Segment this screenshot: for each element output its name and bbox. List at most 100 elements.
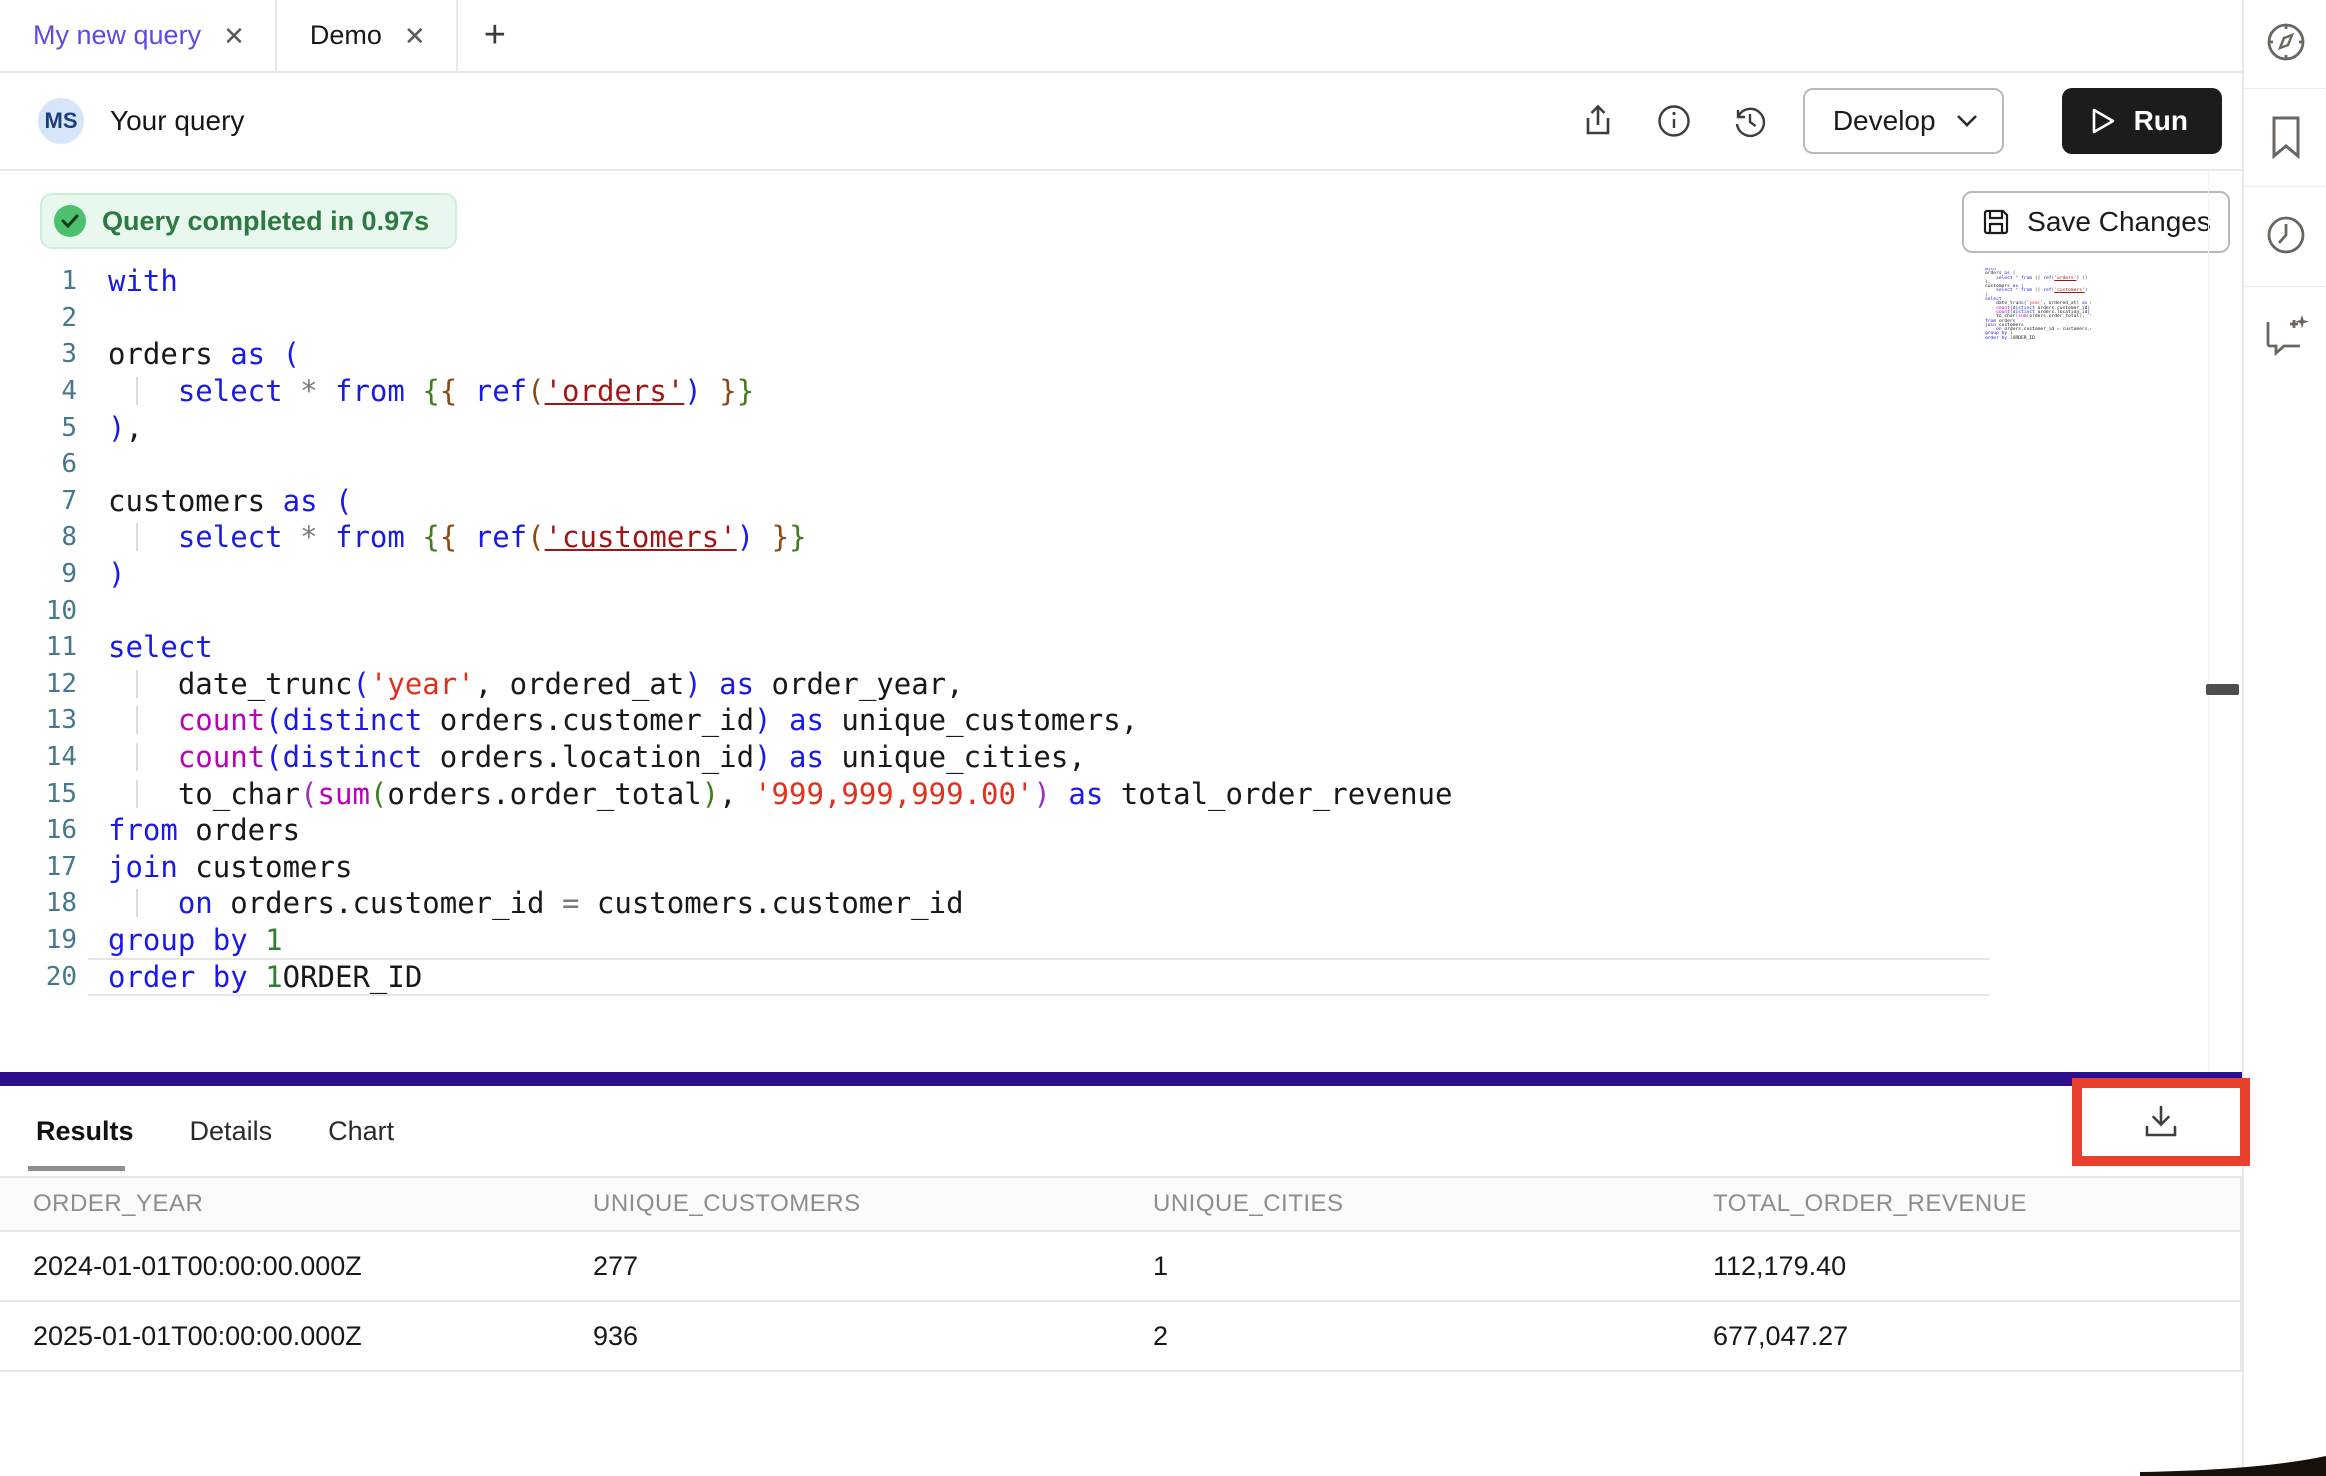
code-token: orders.customer_id [213,886,562,920]
code-token: from [335,374,405,408]
line-content: orders as ( [108,337,300,371]
code-token: from [335,520,405,554]
code-line: 12 date_trunc('year', ordered_at) as ord… [0,666,2000,703]
minimap-token: '999,999,999.00' [2087,314,2091,319]
table-row[interactable]: 2024-01-01T00:00:00.000Z2771112,179.40 [0,1232,2240,1302]
compass-icon[interactable] [2244,12,2326,72]
minimap-token: order by [1985,336,2007,341]
line-number: 4 [0,376,77,406]
chat-sparkle-icon[interactable] [2244,305,2326,365]
code-token [108,886,178,920]
share-icon[interactable] [1575,98,1621,144]
column-header: ORDER_YEAR [0,1190,560,1218]
code-token: ( [527,374,544,408]
line-content: group by 1 [108,923,283,957]
code-token: { [422,520,439,554]
code-token [248,923,265,957]
code-token: order by [108,960,248,994]
tab-label: Demo [310,20,382,51]
minimap-token: from [2021,276,2032,281]
table-row[interactable]: 2025-01-01T00:00:00.000Z9362677,047.27 [0,1302,2240,1372]
query-ide-window: My new query✕Demo✕+ MS Your query [0,0,2326,1476]
code-line: 9) [0,556,2000,593]
sidebar-divider [2244,286,2326,287]
code-token: * [300,520,317,554]
code-token [318,484,335,518]
code-token: ) [754,740,771,774]
code-token: , ordered_at [475,667,685,701]
tab-chart[interactable]: Chart [328,1102,394,1161]
code-token: , [719,777,754,811]
close-icon[interactable]: ✕ [223,23,245,49]
tab-details[interactable]: Details [190,1102,273,1161]
new-tab-button[interactable]: + [458,0,532,71]
tab-results[interactable]: Results [36,1102,134,1161]
clock-icon[interactable] [2244,205,2326,265]
code-token: date_trunc [178,667,353,701]
code-token: as [283,484,318,518]
line-content: date_trunc('year', ordered_at) as order_… [108,667,964,701]
sidebar-divider [2244,186,2326,187]
column-header: UNIQUE_CUSTOMERS [560,1190,1120,1218]
line-number: 19 [0,925,77,955]
code-token: ) [108,557,125,591]
minimap[interactable]: withorders as ( select * from {{ ref('or… [1985,268,2091,368]
code-lines[interactable]: 1with23orders as (4 select * from {{ ref… [0,263,2000,995]
panel-resize-handle[interactable] [2206,684,2239,695]
code-token: with [108,264,178,298]
line-number: 20 [0,962,77,992]
line-content: join customers [108,850,352,884]
code-line: 17 join customers [0,849,2000,886]
line-content: select * from {{ ref('customers') }} [108,520,807,554]
download-results-button[interactable] [2082,1088,2240,1156]
develop-dropdown[interactable]: Develop [1803,88,2004,154]
code-token: as [1068,777,1103,811]
code-token [405,374,422,408]
line-number: 11 [0,632,77,662]
line-number: 1 [0,266,77,296]
line-content: select [108,630,213,664]
run-button[interactable]: Run [2062,88,2222,154]
active-tab-underline [28,1166,125,1171]
history-icon[interactable] [1727,98,1773,144]
save-icon [1981,207,2011,237]
minimap-token: ref [2043,276,2051,281]
download-icon [2142,1104,2180,1140]
line-number: 14 [0,742,77,772]
code-token: as [719,667,754,701]
code-token: ) [702,777,719,811]
close-icon[interactable]: ✕ [404,23,426,49]
code-line: 10 [0,592,2000,629]
line-number: 18 [0,888,77,918]
minimap-line: select * from {{ ref('orders') }} [1985,277,2091,281]
indent-guide [136,377,138,405]
code-token: ( [527,520,544,554]
code-token: ( [370,777,387,811]
table-cell: 277 [560,1251,1120,1282]
code-token [405,520,422,554]
page-title: Your query [110,105,244,137]
play-icon [2090,107,2116,135]
results-panel-divider[interactable] [0,1072,2242,1086]
line-number: 12 [0,669,77,699]
info-icon[interactable] [1651,98,1697,144]
line-number: 17 [0,852,77,882]
chevron-down-icon [1956,114,1978,128]
save-changes-button[interactable]: Save Changes [1962,191,2230,253]
code-line: 14 count(distinct orders.location_id) as… [0,739,2000,776]
code-line: 15 to_char(sum(orders.order_total), '999… [0,775,2000,812]
line-number: 16 [0,815,77,845]
line-number: 2 [0,303,77,333]
editor-tab-my-new-query[interactable]: My new query✕ [0,0,277,71]
code-token: sum [318,777,370,811]
line-content: to_char(sum(orders.order_total), '999,99… [108,777,1452,811]
code-token: unique_customers, [824,703,1138,737]
bookmark-icon[interactable] [2244,107,2326,167]
table-cell: 2024-01-01T00:00:00.000Z [0,1251,560,1282]
editor-tab-demo[interactable]: Demo ✕ [277,0,458,71]
sql-editor[interactable]: Query completed in 0.97s Save Changes 1w… [0,171,2242,1072]
line-content: with [108,264,178,298]
code-token: ) [1033,777,1050,811]
code-token [108,777,178,811]
indent-guide [136,706,138,734]
